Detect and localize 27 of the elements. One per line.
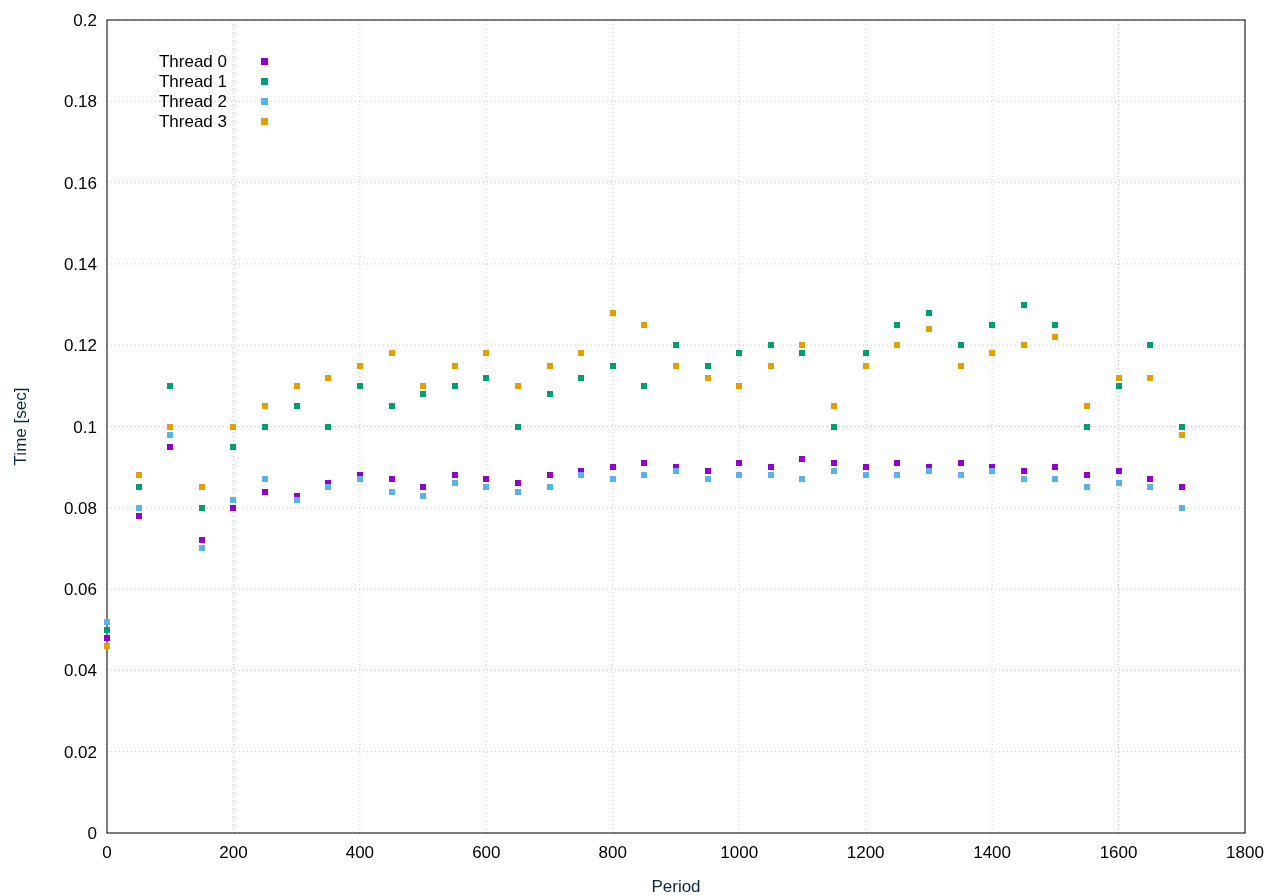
y-tick-label: 0.08 (63, 498, 97, 518)
y-tick-label: 0.06 (63, 580, 97, 600)
x-tick-label: 800 (598, 843, 627, 862)
x-tick-label: 400 (345, 843, 375, 862)
x-tick-label: 1800 (1226, 843, 1264, 862)
x-tick-label: 1400 (973, 843, 1012, 862)
y-tick-label: 0.04 (63, 661, 97, 681)
y-axis-title: Time [sec] (11, 387, 30, 466)
y-tick-label: 0.12 (63, 336, 97, 356)
y-tick-label: 0.18 (63, 92, 97, 112)
y-tick-label: 0.16 (63, 173, 97, 193)
x-tick-label: 1000 (720, 843, 759, 862)
y-tick-label: 0.1 (73, 417, 97, 437)
x-tick-label: 600 (472, 843, 501, 862)
x-axis-title: Period (651, 877, 701, 896)
x-tick-label: 1600 (1099, 843, 1138, 862)
x-tick-label: 0 (102, 843, 112, 862)
legend-label: Thread 2 (158, 92, 227, 111)
x-tick-label: 1200 (846, 843, 885, 862)
legend-label: Thread 3 (158, 112, 227, 131)
y-tick-label: 0.2 (73, 11, 97, 30)
x-tick-label: 200 (219, 843, 248, 862)
legend-label: Thread 0 (158, 52, 227, 71)
y-tick-label: 0.02 (63, 742, 97, 762)
legend-label: Thread 1 (158, 72, 227, 91)
y-tick-label: 0.14 (63, 254, 97, 274)
y-tick-label: 0 (87, 824, 97, 843)
